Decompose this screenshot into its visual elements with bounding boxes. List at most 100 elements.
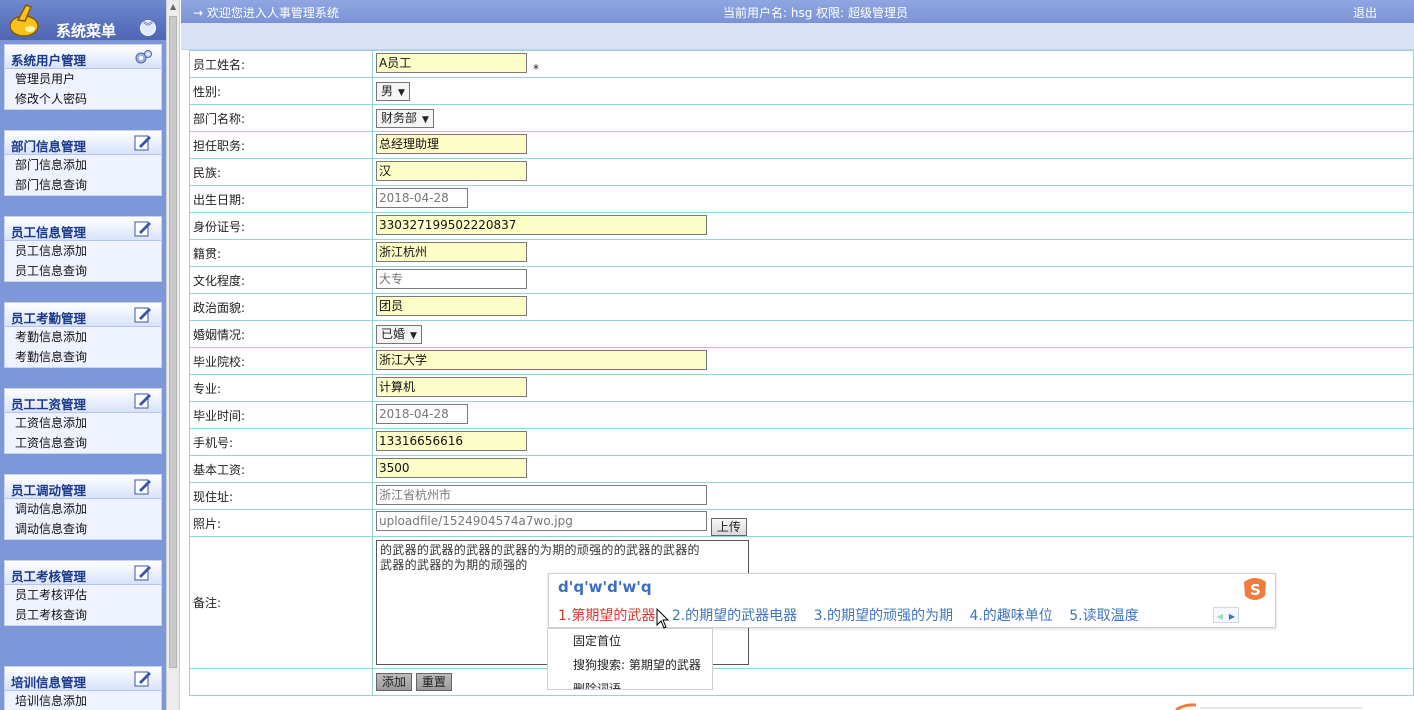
political-label: 政治面貌: (189, 293, 373, 321)
group-title: 员工信息管理 (11, 225, 87, 240)
ime-candidate[interactable]: 5.读取温度 (1069, 608, 1138, 624)
group-header[interactable]: 员工考勤管理 (5, 303, 161, 327)
group-header[interactable]: 部门信息管理 (5, 131, 161, 155)
education-input[interactable]: 大专 (376, 268, 527, 289)
page-next-icon[interactable]: ▶ (1226, 610, 1238, 624)
reset-button[interactable]: 重置 (415, 673, 452, 691)
page-prev-icon[interactable]: ◀ (1214, 610, 1226, 624)
education-label: 文化程度: (189, 266, 373, 294)
graduation-date-label: 毕业时间: (189, 401, 373, 429)
idcard-label: 身份证号: (189, 212, 373, 240)
dropdown-arrow-icon: ▼ (398, 87, 405, 98)
ime-candidate[interactable]: 4.的趣味单位 (969, 608, 1052, 624)
menu-item-salary-query[interactable]: 工资信息查询 (5, 433, 161, 453)
ime-context-menu: 固定首位 搜狗搜索: 第期望的武器 删除词语 (547, 628, 713, 690)
dept-select[interactable]: 财务部 ▼ (376, 108, 434, 128)
idcard-input[interactable]: 330327199502220837 (376, 214, 707, 235)
group-header[interactable]: 员工考核管理 (5, 561, 161, 585)
position-input[interactable]: 总经理助理 (376, 133, 527, 154)
upload-button[interactable]: 上传 (710, 517, 747, 536)
logout-link[interactable]: 退出 (1353, 4, 1377, 21)
phone-input[interactable]: 13316656616 (376, 430, 527, 451)
native-place-label: 籍贯: (189, 239, 373, 267)
address-input[interactable]: 浙江省杭州市 (376, 484, 707, 505)
birth-date-input[interactable]: 2018-04-28 (376, 187, 468, 208)
menu-item-dept-add[interactable]: 部门信息添加 (5, 155, 161, 175)
remark-label: 备注: (189, 536, 373, 669)
name-input[interactable]: A员工 (376, 52, 527, 73)
sogou-logo-icon: S (1244, 578, 1266, 600)
ctx-item-pin-first[interactable]: 固定首位 (548, 629, 712, 653)
edit-icon (134, 221, 151, 237)
native-place-input[interactable]: 浙江杭州 (376, 241, 527, 262)
group-header[interactable]: 培训信息管理 (5, 667, 161, 691)
position-label: 担任职务: (189, 131, 373, 159)
mouse-pointer-icon (656, 608, 669, 629)
ime-pinyin-input: d'q'w'd'w'q (558, 578, 652, 596)
marital-select[interactable]: 已婚 ▼ (376, 324, 422, 344)
menu-item-salary-add[interactable]: 工资信息添加 (5, 413, 161, 433)
menu-group-system-users: 系统用户管理 管理员用户 修改个人密码 (4, 44, 162, 110)
salary-label: 基本工资: (189, 455, 373, 483)
major-input[interactable]: 计算机 (376, 376, 527, 397)
ime-candidate[interactable]: 1.第期望的武器 (558, 608, 655, 624)
menu-item-transfer-query[interactable]: 调动信息查询 (5, 519, 161, 539)
ethnic-input[interactable]: 汉 (376, 160, 527, 181)
menu-header: 系统菜单 ︾ (0, 0, 166, 40)
group-title: 员工工资管理 (11, 397, 87, 412)
gender-label: 性别: (189, 77, 373, 105)
dept-select-value: 财务部 (381, 110, 418, 125)
ethnic-label: 民族: (189, 158, 373, 186)
group-title: 系统用户管理 (11, 53, 87, 68)
photo-label: 照片: (189, 509, 373, 537)
menu-item-dept-query[interactable]: 部门信息查询 (5, 175, 161, 195)
menu-item-attendance-add[interactable]: 考勤信息添加 (5, 327, 161, 347)
ime-candidate[interactable]: 2.的期望的武器电器 (672, 608, 797, 624)
menu-item-attendance-query[interactable]: 考勤信息查询 (5, 347, 161, 367)
menu-item-transfer-add[interactable]: 调动信息添加 (5, 499, 161, 519)
dropdown-arrow-icon: ▼ (410, 330, 417, 341)
menu-item-assessment-query[interactable]: 员工考核查询 (5, 605, 161, 625)
menu-group-dept: 部门信息管理 部门信息添加 部门信息查询 (4, 130, 162, 196)
edit-icon (134, 393, 151, 409)
political-input[interactable]: 团员 (376, 295, 527, 316)
group-header[interactable]: 员工信息管理 (5, 217, 161, 241)
hand-logo-icon (9, 4, 39, 37)
group-title: 培训信息管理 (11, 675, 87, 690)
edit-icon (134, 307, 151, 323)
group-header[interactable]: 系统用户管理 (5, 45, 161, 69)
frame-scrollbar[interactable]: ▲ (166, 0, 180, 710)
gender-select[interactable]: 男 ▼ (376, 81, 410, 101)
ime-candidate[interactable]: 3.的期望的顽强的为期 (814, 608, 953, 624)
scroll-up-arrow-icon[interactable]: ▲ (170, 2, 176, 11)
menu-item-training-add[interactable]: 培训信息添加 (5, 691, 161, 710)
dropdown-arrow-icon: ▼ (422, 114, 429, 125)
edit-icon (134, 479, 151, 495)
sub-bar (181, 23, 1414, 50)
school-input[interactable]: 浙江大学 (376, 349, 707, 370)
phone-label: 手机号: (189, 428, 373, 456)
marital-label: 婚姻情况: (189, 320, 373, 348)
double-chevron-down-icon[interactable]: ︾ (140, 20, 156, 36)
graduation-date-input[interactable]: 2018-04-28 (376, 403, 468, 424)
menu-item-assessment-eval[interactable]: 员工考核评估 (5, 585, 161, 605)
name-label: 员工姓名: (189, 50, 373, 78)
add-button[interactable]: 添加 (376, 673, 413, 691)
scrollbar-thumb[interactable] (169, 16, 177, 668)
major-label: 专业: (189, 374, 373, 402)
menu-item-employee-add[interactable]: 员工信息添加 (5, 241, 161, 261)
required-mark: * (533, 61, 539, 76)
menu-item-change-password[interactable]: 修改个人密码 (5, 89, 161, 109)
photo-path-input[interactable]: uploadfile/1524904574a7wo.jpg (376, 510, 707, 531)
menu-item-admin-users[interactable]: 管理员用户 (5, 69, 161, 89)
ctx-item-delete-word[interactable]: 删除词语 (548, 677, 712, 689)
menu-item-employee-query[interactable]: 员工信息查询 (5, 261, 161, 281)
group-title: 员工调动管理 (11, 483, 87, 498)
gears-icon (135, 50, 152, 64)
group-header[interactable]: 员工调动管理 (5, 475, 161, 499)
group-header[interactable]: 员工工资管理 (5, 389, 161, 413)
menu-group-transfer: 员工调动管理 调动信息添加 调动信息查询 (4, 474, 162, 540)
ctx-item-sogou-search[interactable]: 搜狗搜索: 第期望的武器 (548, 653, 712, 677)
marital-select-value: 已婚 (381, 326, 406, 341)
salary-input[interactable]: 3500 (376, 457, 527, 478)
